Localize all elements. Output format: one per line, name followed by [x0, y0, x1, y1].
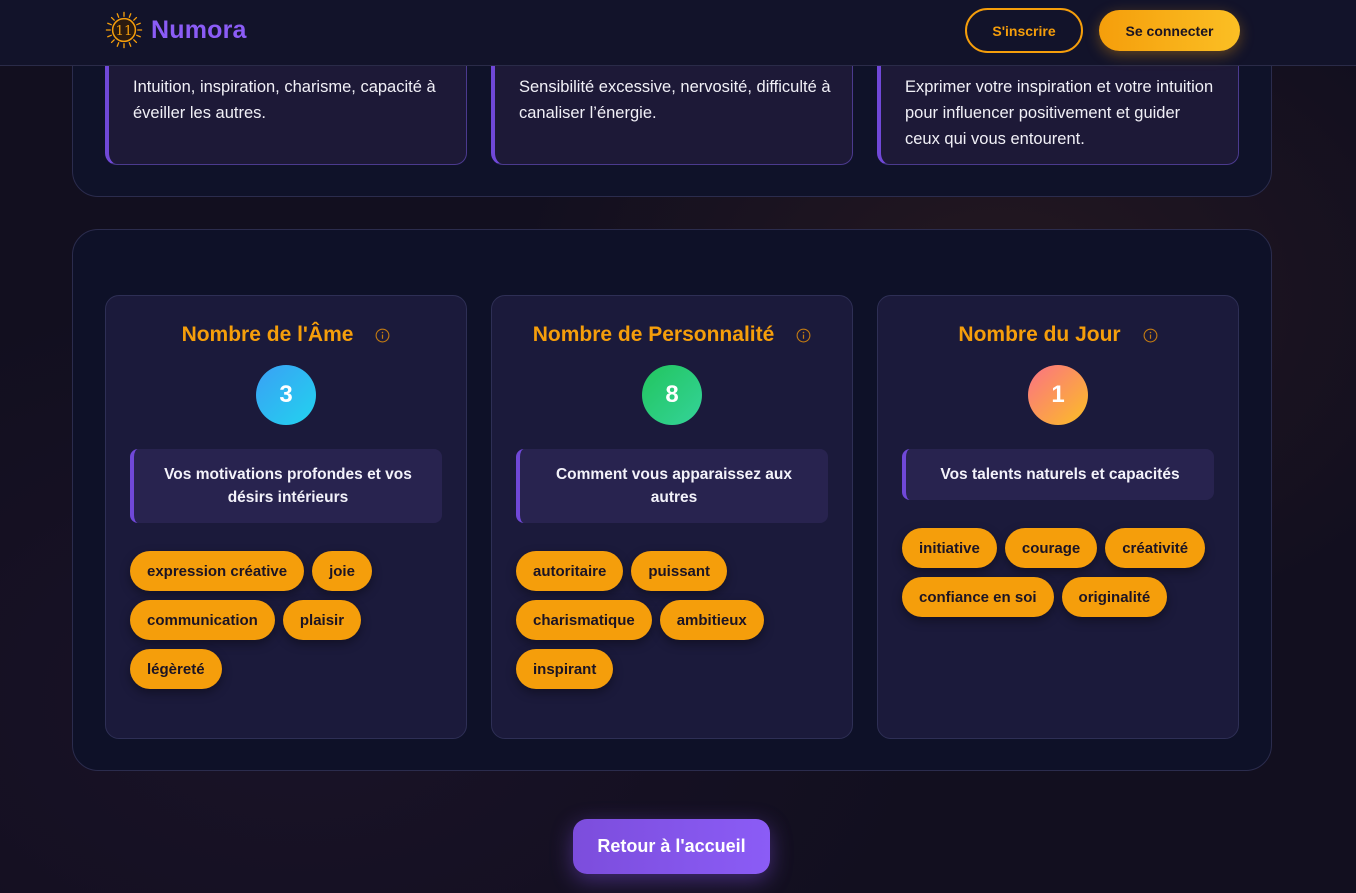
keyword-tag: autoritaire: [516, 551, 624, 591]
numerology-sun-11-icon: 11: [105, 11, 143, 49]
keyword-tag: courage: [1004, 528, 1098, 568]
signup-button[interactable]: S'inscrire: [965, 8, 1083, 53]
keyword-tag: expression créative: [130, 551, 305, 591]
number-badge: 8: [642, 365, 702, 425]
top-navbar: 11 Numora S'inscrire Se connecter: [0, 0, 1356, 66]
tag-list: expression créative joie communication p…: [130, 551, 450, 689]
keyword-tag: communication: [130, 600, 275, 640]
info-icon[interactable]: [375, 328, 390, 343]
card-description: Vos motivations profondes et vos désirs …: [130, 449, 442, 523]
keyword-tag: puissant: [631, 551, 728, 591]
number-badge: 3: [256, 365, 316, 425]
keyword-tag: joie: [312, 551, 372, 591]
keyword-tag: confiance en soi: [902, 577, 1054, 617]
trait-card-text: Intuition, inspiration, charisme, capaci…: [133, 78, 436, 122]
core-numbers-section: Nombre de l'Âme 3 Vos motivations profon…: [72, 229, 1272, 771]
keyword-tag: plaisir: [282, 600, 362, 640]
card-description: Vos talents naturels et capacités: [902, 449, 1214, 500]
keyword-tag: inspirant: [516, 649, 614, 689]
brand-logo-link[interactable]: 11 Numora: [105, 11, 247, 49]
card-title: Nombre de l'Âme: [181, 323, 354, 346]
tag-list: autoritaire puissant charismatique ambit…: [516, 551, 836, 689]
card-title: Nombre de Personnalité: [532, 323, 775, 346]
card-header: Nombre de Personnalité: [492, 320, 852, 350]
keyword-tag: ambitieux: [659, 600, 764, 640]
info-icon[interactable]: [796, 328, 811, 343]
login-button[interactable]: Se connecter: [1099, 10, 1240, 51]
card-title: Nombre du Jour: [958, 323, 1121, 346]
keyword-tag: créativité: [1105, 528, 1206, 568]
day-number-card: Nombre du Jour 1 Vos talents naturels et…: [877, 295, 1239, 739]
personality-number-card: Nombre de Personnalité 8 Comment vous ap…: [491, 295, 853, 739]
keyword-tag: légèreté: [130, 649, 222, 689]
keyword-tag: initiative: [902, 528, 997, 568]
tag-list: initiative courage créativité confiance …: [902, 528, 1222, 617]
brand-name: Numora: [151, 15, 247, 44]
card-header: Nombre du Jour: [878, 320, 1238, 350]
keyword-tag: originalité: [1061, 577, 1168, 617]
card-header: Nombre de l'Âme: [106, 320, 466, 350]
svg-text:11: 11: [116, 24, 133, 39]
soul-number-card: Nombre de l'Âme 3 Vos motivations profon…: [105, 295, 467, 739]
keyword-tag: charismatique: [516, 600, 652, 640]
trait-card-text: Exprimer votre inspiration et votre intu…: [905, 78, 1214, 148]
back-home-button[interactable]: Retour à l'accueil: [573, 819, 770, 874]
number-badge: 1: [1028, 365, 1088, 425]
info-icon[interactable]: [1143, 328, 1158, 343]
trait-card-text: Sensibilité excessive, nervosité, diffic…: [519, 78, 831, 122]
card-description: Comment vous apparaissez aux autres: [516, 449, 828, 523]
